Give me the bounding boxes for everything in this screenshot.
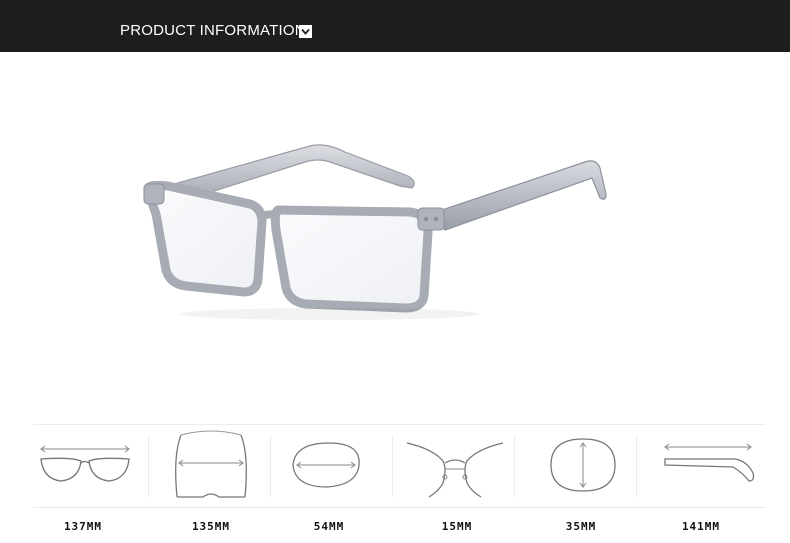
dimension-temple-length [643,425,765,507]
divider [148,435,149,497]
chevron-down-icon[interactable] [299,25,312,38]
dimension-value: 54MM [313,520,345,533]
temple-length-icon [664,443,755,482]
eyeglasses-icon [143,144,607,320]
product-information-title: PRODUCT INFORMATION [120,22,306,39]
divider [514,435,515,497]
dimension-value: 15MM [441,520,473,533]
dimension-temple-spread [155,425,277,507]
divider [636,435,637,497]
divider [270,435,271,497]
dimension-lens-width [277,425,399,507]
lens-height-icon [550,438,616,492]
lens-width-icon [292,442,360,488]
dimension-value: 135MM [191,520,231,533]
product-image [0,52,790,412]
dimension-panel [33,424,765,508]
dimension-lens-height [521,425,643,507]
dimension-value: 137MM [63,520,103,533]
dimension-value: 141MM [681,520,721,533]
header-bar: PRODUCT INFORMATION [0,0,790,52]
temple-spread-icon [175,430,247,498]
dimension-frame-width [33,425,155,507]
divider [392,435,393,497]
dimension-bridge-width [399,425,521,507]
bridge-width-icon [406,442,504,498]
frame-width-icon [40,445,130,482]
dimension-value: 35MM [565,520,597,533]
